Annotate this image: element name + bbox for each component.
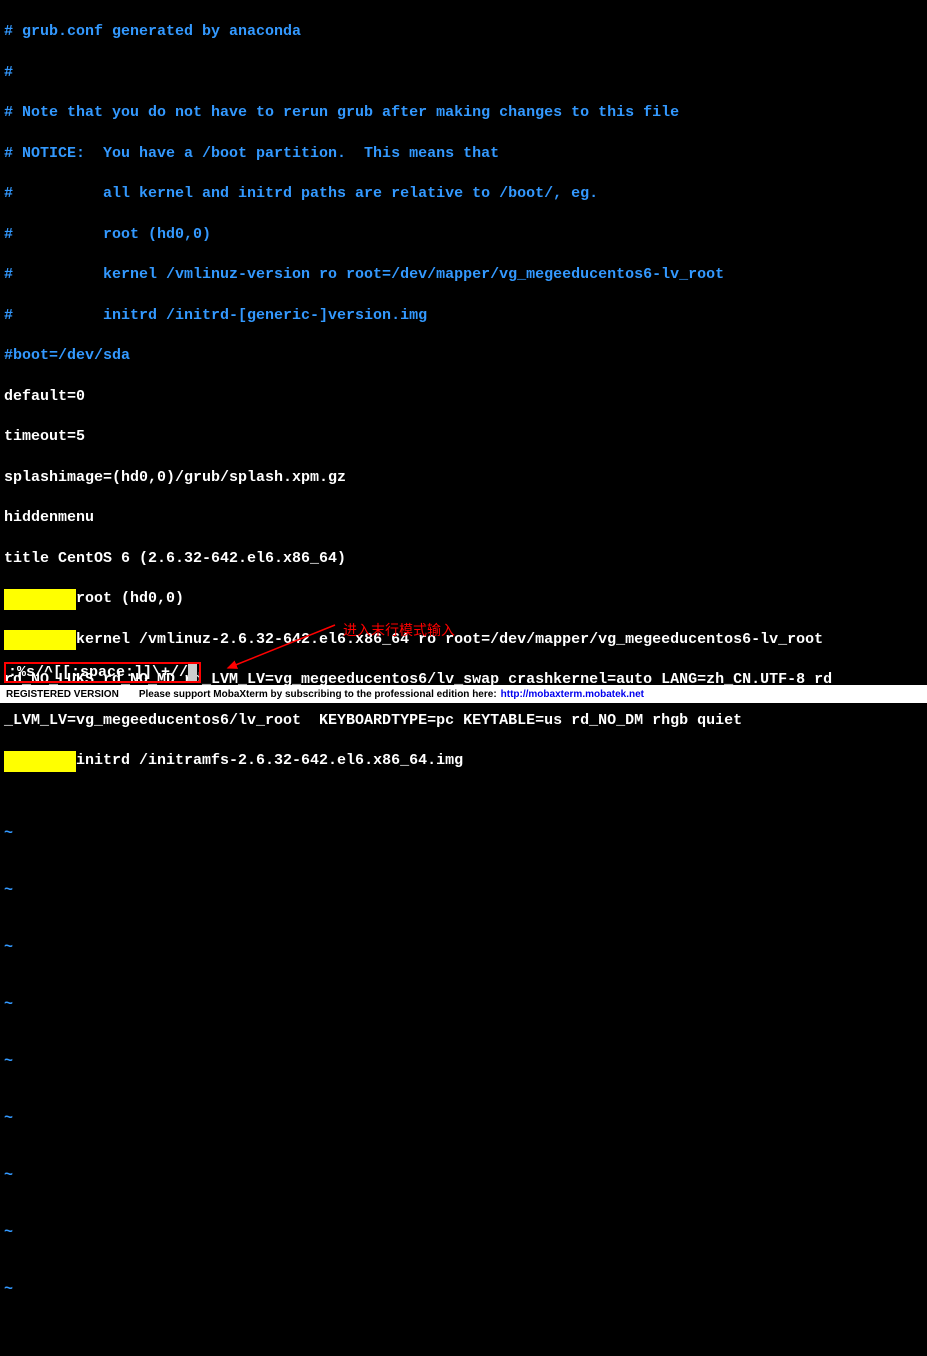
tilde-line: ~ bbox=[4, 820, 923, 849]
highlighted-root-line: root (hd0,0) bbox=[4, 589, 923, 609]
comment-line: # bbox=[4, 63, 923, 83]
comment-line: # all kernel and initrd paths are relati… bbox=[4, 184, 923, 204]
highlighted-kernel-line: kernel /vmlinuz-2.6.32-642.el6.x86_64 ro… bbox=[4, 630, 923, 650]
vim-empty-lines: ~ ~ ~ ~ ~ ~ ~ ~ ~ bbox=[4, 792, 923, 1334]
comment-line: # root (hd0,0) bbox=[4, 225, 923, 245]
command-text: :%s/^[[:space:]]\+// bbox=[8, 664, 188, 681]
cursor-icon bbox=[188, 664, 197, 681]
match-highlight bbox=[4, 630, 76, 650]
config-line: default=0 bbox=[4, 387, 923, 407]
command-highlight-box: :%s/^[[:space:]]\+// bbox=[4, 662, 201, 683]
config-line: splashimage=(hd0,0)/grub/splash.xpm.gz bbox=[4, 468, 923, 488]
status-support-text: Please support MobaXterm by subscribing … bbox=[139, 689, 497, 700]
annotation-label: 进入末行模式输入 bbox=[343, 620, 455, 640]
tilde-line: ~ bbox=[4, 1219, 923, 1248]
comment-line: # Note that you do not have to rerun gru… bbox=[4, 103, 923, 123]
config-line: timeout=5 bbox=[4, 427, 923, 447]
comment-line: # grub.conf generated by anaconda bbox=[4, 22, 923, 42]
comment-line: # NOTICE: You have a /boot partition. Th… bbox=[4, 144, 923, 164]
tilde-line: ~ bbox=[4, 877, 923, 906]
mobaxterm-status-bar: REGISTERED VERSION Please support MobaXt… bbox=[0, 685, 927, 703]
match-highlight bbox=[4, 751, 76, 771]
tilde-line: ~ bbox=[4, 1048, 923, 1077]
tilde-line: ~ bbox=[4, 1162, 923, 1191]
status-registered: REGISTERED VERSION bbox=[6, 689, 119, 700]
config-line: title CentOS 6 (2.6.32-642.el6.x86_64) bbox=[4, 549, 923, 569]
comment-line: # kernel /vmlinuz-version ro root=/dev/m… bbox=[4, 265, 923, 285]
tilde-line: ~ bbox=[4, 1105, 923, 1134]
match-highlight bbox=[4, 589, 76, 609]
config-line: hiddenmenu bbox=[4, 508, 923, 528]
comment-line: # initrd /initrd-[generic-]version.img bbox=[4, 306, 923, 326]
tilde-line: ~ bbox=[4, 1276, 923, 1305]
status-link[interactable]: http://mobaxterm.mobatek.net bbox=[501, 689, 644, 700]
tilde-line: ~ bbox=[4, 991, 923, 1020]
vim-command-line[interactable]: :%s/^[[:space:]]\+// bbox=[4, 662, 923, 683]
comment-line: #boot=/dev/sda bbox=[4, 346, 923, 366]
highlighted-initrd-line: initrd /initramfs-2.6.32-642.el6.x86_64.… bbox=[4, 751, 923, 771]
kernel-continuation: _LVM_LV=vg_megeeducentos6/lv_root KEYBOA… bbox=[4, 711, 923, 731]
tilde-line: ~ bbox=[4, 934, 923, 963]
